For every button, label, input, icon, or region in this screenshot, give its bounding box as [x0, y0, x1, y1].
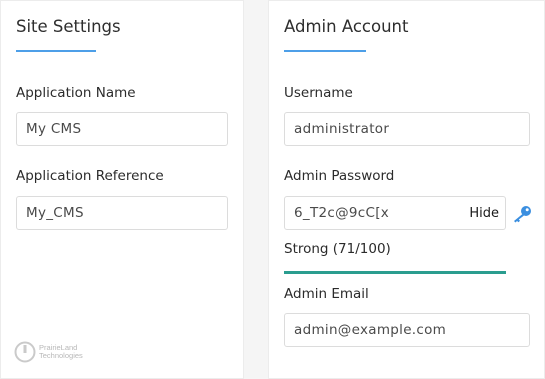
hide-password-button[interactable]: Hide	[467, 206, 501, 221]
prairieland-logo-icon	[14, 341, 36, 363]
username-label: Username	[284, 85, 353, 101]
admin-account-title: Admin Account	[284, 17, 409, 36]
admin-password-value[interactable]: 6_T2c@9cC[x	[294, 205, 467, 221]
admin-password-field[interactable]: 6_T2c@9cC[x Hide	[284, 196, 506, 230]
site-settings-panel: Site Settings Application Name My CMS Ap…	[0, 0, 244, 379]
admin-account-panel: Admin Account Username administrator Adm…	[268, 0, 545, 379]
prairieland-logo: PrairieLand Technologies	[14, 341, 83, 363]
logo-text: PrairieLand Technologies	[39, 344, 83, 360]
password-strength-bar	[284, 271, 506, 274]
admin-password-label: Admin Password	[284, 168, 395, 184]
application-name-value[interactable]: My CMS	[26, 121, 218, 137]
application-name-field[interactable]: My CMS	[16, 112, 228, 146]
application-reference-field[interactable]: My_CMS	[16, 196, 228, 230]
admin-email-value[interactable]: admin@example.com	[294, 322, 520, 338]
admin-account-title-underline	[284, 50, 366, 52]
username-value[interactable]: administrator	[294, 121, 520, 137]
admin-email-label: Admin Email	[284, 286, 369, 302]
application-reference-label: Application Reference	[16, 168, 164, 184]
username-field[interactable]: administrator	[284, 112, 530, 146]
logo-text-line2: Technologies	[39, 351, 83, 360]
installer-page: Site Settings Application Name My CMS Ap…	[0, 0, 545, 379]
site-settings-title-underline	[16, 50, 96, 52]
application-reference-value[interactable]: My_CMS	[26, 205, 218, 221]
password-strength-fill	[284, 271, 506, 274]
admin-email-field[interactable]: admin@example.com	[284, 313, 530, 347]
site-settings-title: Site Settings	[16, 17, 121, 36]
password-strength-text: Strong (71/100)	[284, 241, 391, 257]
application-name-label: Application Name	[16, 85, 136, 101]
key-icon[interactable]	[512, 205, 532, 223]
